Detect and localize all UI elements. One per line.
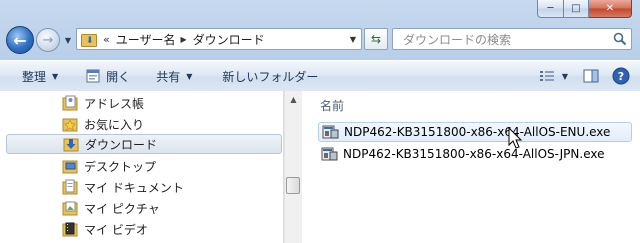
command-bar-right: ▼ ?	[530, 61, 640, 91]
chevron-down-icon: ▼	[52, 71, 59, 81]
chevron-down-icon: ▼	[349, 34, 357, 44]
command-bar: 整理 ▼ 開く 共有 ▼ 新しいフォルダー ▼ ?	[0, 60, 640, 92]
search-icon	[613, 32, 627, 46]
close-button[interactable]: ✕	[589, 0, 632, 18]
back-button[interactable]: ←	[6, 26, 34, 54]
sidebar-item-label: マイ ドキュメント	[84, 180, 184, 195]
organize-button[interactable]: 整理 ▼	[14, 65, 66, 87]
sidebar-item-downloads[interactable]: ダウンロード	[6, 134, 282, 154]
organize-label: 整理	[22, 69, 47, 84]
open-icon	[86, 69, 100, 83]
share-button[interactable]: 共有 ▼	[148, 65, 200, 87]
sidebar-item-label: ダウンロード	[85, 137, 158, 152]
change-view-button[interactable]: ▼	[530, 65, 576, 87]
sidebar-item-label: アドレス帳	[84, 96, 145, 111]
back-arrow-icon: ←	[13, 30, 27, 50]
address-overflow-chevron[interactable]: «	[103, 33, 110, 46]
desktop-folder-icon	[62, 160, 78, 174]
installer-exe-icon	[322, 125, 339, 139]
sidebar-item-label: デスクトップ	[84, 159, 157, 174]
sidebar-item-desktop[interactable]: デスクトップ	[62, 156, 272, 176]
refresh-icon: ⇆	[370, 32, 382, 46]
documents-folder-icon	[62, 179, 78, 195]
explorer-window: ─ □ ✕ ← → ▼ ⬇ « ユーザー名 ▶ ダウンロード ▼ ⇆ ダウンロー…	[0, 0, 640, 243]
caption-buttons: ─ □ ✕	[537, 0, 632, 18]
navigation-bar: ← → ▼ ⬇ « ユーザー名 ▶ ダウンロード ▼ ⇆ ダウンロードの検索	[0, 24, 640, 58]
preview-pane-icon	[583, 69, 599, 83]
search-input[interactable]: ダウンロードの検索	[392, 28, 632, 50]
forward-arrow-icon: →	[42, 32, 54, 48]
mouse-pointer-icon	[508, 127, 523, 149]
help-icon: ?	[612, 67, 630, 85]
scroll-up-button[interactable]: ▲	[285, 91, 302, 108]
pictures-folder-icon	[62, 201, 78, 216]
sidebar-item-label: お気に入り	[84, 117, 145, 132]
sidebar-item-label: マイ ビデオ	[84, 222, 148, 237]
sidebar-item-label: マイ ピクチャ	[84, 201, 160, 216]
preview-pane-button[interactable]	[576, 65, 606, 87]
breadcrumb-separator-icon[interactable]: ▶	[181, 35, 187, 44]
installer-exe-icon	[321, 147, 338, 161]
search-placeholder: ダウンロードの検索	[403, 32, 512, 47]
new-folder-label: 新しいフォルダー	[222, 69, 319, 84]
chevron-down-icon: ▼	[64, 35, 72, 45]
svg-text:?: ?	[618, 70, 624, 83]
favorites-folder-icon	[62, 118, 78, 132]
address-bar[interactable]: ⬇ « ユーザー名 ▶ ダウンロード ▼	[76, 28, 362, 50]
help-button[interactable]: ?	[606, 65, 640, 87]
chevron-down-icon: ▼	[186, 71, 193, 81]
address-dropdown-button[interactable]: ▼	[345, 29, 361, 49]
refresh-button[interactable]: ⇆	[364, 28, 388, 50]
forward-button[interactable]: →	[36, 28, 60, 52]
chevron-down-icon: ▼	[561, 71, 568, 81]
breadcrumb-downloads[interactable]: ダウンロード	[193, 31, 265, 48]
downloads-folder-icon	[63, 138, 79, 152]
sidebar-item-my-videos[interactable]: マイ ビデオ	[62, 219, 272, 239]
scrollbar-thumb[interactable]	[286, 177, 300, 194]
navigation-pane: アドレス帳 お気に入り ダウンロード デスクトップ マイ ドキュメント マイ ピ…	[0, 91, 284, 243]
videos-folder-icon	[62, 222, 78, 237]
breadcrumb-user[interactable]: ユーザー名	[116, 31, 176, 48]
share-label: 共有	[156, 69, 181, 84]
file-row[interactable]: NDP462-KB3151800-x86-x64-AllOS-JPN.exe	[318, 144, 632, 164]
contacts-folder-icon	[62, 95, 78, 111]
sidebar-item-my-documents[interactable]: マイ ドキュメント	[62, 177, 272, 197]
chevron-up-icon: ▲	[290, 95, 297, 104]
downloads-folder-icon: ⬇	[81, 32, 99, 47]
maximize-button[interactable]: □	[564, 0, 589, 18]
recent-pages-dropdown[interactable]: ▼	[63, 33, 73, 47]
file-row[interactable]: NDP462-KB3151800-x86-x64-AllOS-ENU.exe	[318, 122, 632, 142]
open-button[interactable]: 開く	[78, 65, 138, 87]
view-list-icon	[539, 71, 554, 81]
new-folder-button[interactable]: 新しいフォルダー	[214, 65, 326, 87]
sidebar-item-my-pictures[interactable]: マイ ピクチャ	[62, 198, 272, 218]
sidebar-item-address-book[interactable]: アドレス帳	[62, 93, 272, 113]
file-name: NDP462-KB3151800-x86-x64-AllOS-ENU.exe	[344, 125, 611, 139]
file-name: NDP462-KB3151800-x86-x64-AllOS-JPN.exe	[343, 147, 605, 161]
open-label: 開く	[106, 69, 131, 84]
navigation-pane-scrollbar[interactable]: ▲	[284, 91, 302, 243]
file-list: 名前 NDP462-KB3151800-x86-x64-AllOS-ENU.ex…	[302, 91, 640, 243]
minimize-button[interactable]: ─	[537, 0, 564, 18]
sidebar-item-favorites[interactable]: お気に入り	[62, 114, 272, 134]
column-header-name[interactable]: 名前	[320, 97, 344, 114]
